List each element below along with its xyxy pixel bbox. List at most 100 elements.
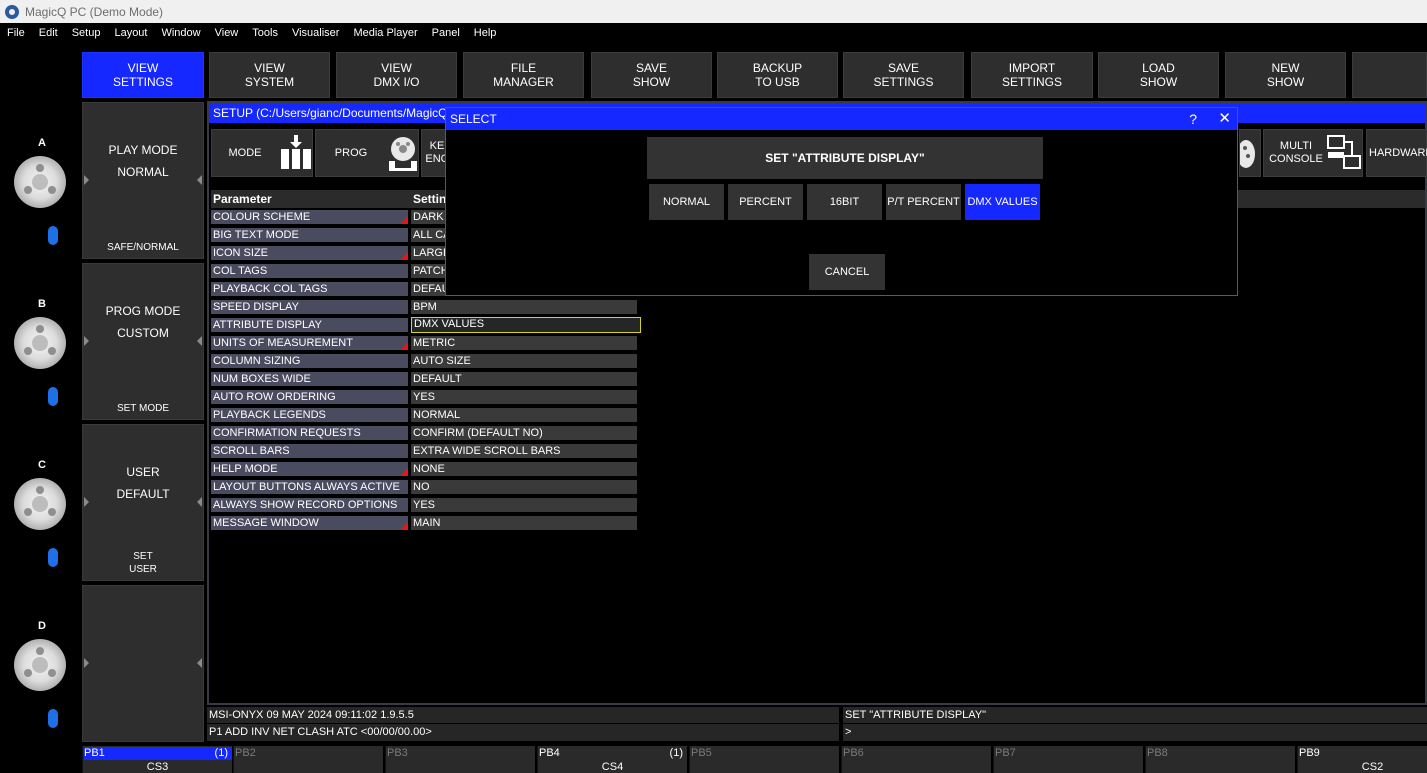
playback-4[interactable]: PB4 (1) CS4 [537, 746, 687, 773]
playback-label: PB3 [387, 747, 408, 759]
playback-1[interactable]: PB1 (1) CS3 [82, 746, 232, 773]
playback-cuestack: CS2 [1361, 761, 1384, 773]
option-dmx-values-button[interactable]: DMX VALUES [965, 184, 1040, 220]
multi-console-button[interactable]: MULTI CONSOLE [1263, 129, 1363, 177]
parameter-name: MESSAGE WINDOW [211, 516, 408, 530]
menu-help[interactable]: Help [467, 27, 504, 39]
playback-5[interactable]: PB5 [689, 746, 839, 773]
save-settings-button[interactable]: SAVE SETTINGS [843, 52, 964, 98]
multi-console-label: MULTI CONSOLE [1269, 140, 1323, 165]
menu-view[interactable]: View [208, 27, 246, 39]
playback-label: PB5 [691, 747, 712, 759]
encoder-d-knob-icon[interactable] [14, 639, 66, 691]
button-line1: FILE [510, 61, 537, 75]
command-line-input[interactable]: > [843, 724, 1427, 741]
playback-2[interactable]: PB2 [233, 746, 383, 773]
user-soft-button[interactable]: USER DEFAULT SET USER [82, 424, 204, 581]
playback-7[interactable]: PB7 [993, 746, 1143, 773]
mode-button[interactable]: MODE [211, 129, 313, 177]
encoder-column: A B C D [0, 43, 80, 743]
option-percent-button[interactable]: PERCENT [728, 184, 803, 220]
status-line-prompt: SET "ATTRIBUTE DISPLAY" [843, 707, 1427, 723]
status-line-system: MSI-ONYX 09 MAY 2024 09:11:02 1.9.5.5 [207, 707, 839, 723]
parameter-name: SCROLL BARS [211, 444, 408, 458]
menu-bar: File Edit Setup Layout Window View Tools… [0, 23, 1427, 43]
parameter-value[interactable]: METRIC [411, 336, 637, 350]
encoder-c-led [48, 548, 58, 567]
parameter-name: COLOUR SCHEME [211, 210, 408, 224]
button-line2: DMX I/O [373, 75, 420, 89]
button-line1: IMPORT [1008, 61, 1056, 75]
parameter-name: CONFIRMATION REQUESTS [211, 426, 408, 440]
save-show-button[interactable]: SAVE SHOW [591, 52, 712, 98]
encoder-d-led [48, 709, 58, 728]
parameter-value[interactable]: CONFIRM (DEFAULT NO) [411, 426, 637, 440]
parameter-value[interactable]: BPM [411, 300, 637, 314]
menu-edit[interactable]: Edit [32, 27, 65, 39]
file-manager-button[interactable]: FILE MANAGER [463, 52, 584, 98]
parameter-value[interactable]: YES [411, 498, 637, 512]
parameter-value[interactable]: NONE [411, 462, 637, 476]
prog-button[interactable]: PROG [315, 129, 419, 177]
blank-soft-button[interactable] [82, 585, 204, 742]
option-16bit-button[interactable]: 16BIT [807, 184, 882, 220]
parameter-name: UNITS OF MEASUREMENT [211, 336, 408, 350]
encoder-b-knob-icon[interactable] [14, 317, 66, 369]
playback-3[interactable]: PB3 [385, 746, 535, 773]
view-settings-button[interactable]: VIEW SETTINGS [82, 52, 204, 98]
button-line2: SETTINGS [112, 75, 173, 89]
import-settings-button[interactable]: IMPORT SETTINGS [971, 52, 1093, 98]
parameter-value[interactable]: NORMAL [411, 408, 637, 422]
help-icon[interactable]: ? [1189, 110, 1197, 128]
play-mode-soft-button[interactable]: PLAY MODE NORMAL SAFE/NORMAL [82, 102, 204, 259]
option-normal-button[interactable]: NORMAL [649, 184, 724, 220]
menu-setup[interactable]: Setup [65, 27, 108, 39]
parameter-value[interactable]: MAIN [411, 516, 637, 530]
parameter-name: ALWAYS SHOW RECORD OPTIONS [211, 498, 408, 512]
load-show-button[interactable]: LOAD SHOW [1098, 52, 1219, 98]
soft-button-footer-line1: SET MODE [116, 403, 170, 414]
playback-6[interactable]: PB6 [841, 746, 991, 773]
view-system-button[interactable]: VIEW SYSTEM [209, 52, 330, 98]
parameter-value[interactable]: AUTO SIZE [411, 354, 637, 368]
menu-panel[interactable]: Panel [425, 27, 467, 39]
button-line2: SETTINGS [1001, 75, 1062, 89]
encoder-c-knob-icon[interactable] [14, 478, 66, 530]
select-dialog: SELECT ? ✕ SET "ATTRIBUTE DISPLAY" NORMA… [445, 107, 1238, 296]
menu-media-player[interactable]: Media Player [346, 27, 424, 39]
parameter-value[interactable]: YES [411, 390, 637, 404]
backup-to-usb-button[interactable]: BACKUP TO USB [717, 52, 838, 98]
menu-visualiser[interactable]: Visualiser [285, 27, 347, 39]
soft-button-footer-line2: USER [129, 564, 157, 575]
parameter-value[interactable]: EXTRA WIDE SCROLL BARS [411, 444, 637, 458]
parameter-name: HELP MODE [211, 462, 408, 476]
prog-mode-soft-button[interactable]: PROG MODE CUSTOM SET MODE [82, 263, 204, 420]
cancel-button[interactable]: CANCEL [809, 254, 885, 290]
menu-file[interactable]: File [0, 27, 32, 39]
parameter-value[interactable]: NO [411, 480, 637, 494]
prog-fixture-icon [389, 137, 417, 171]
view-dmx-io-button[interactable]: VIEW DMX I/O [336, 52, 457, 98]
menu-window[interactable]: Window [154, 27, 207, 39]
button-line2: SETTINGS [873, 75, 934, 89]
parameter-name: NUM BOXES WIDE [211, 372, 408, 386]
playback-label: PB9 [1299, 747, 1320, 759]
fixture-button[interactable] [1239, 129, 1261, 177]
menu-tools[interactable]: Tools [245, 27, 285, 39]
option-pt-percent-button[interactable]: P/T PERCENT [886, 184, 961, 220]
parameter-value[interactable]: DEFAULT [411, 372, 637, 386]
hardware-button[interactable]: HARDWARE [1366, 129, 1427, 177]
encoder-a-knob-icon[interactable] [14, 156, 66, 208]
mode-button-label: MODE [228, 146, 262, 159]
encoder-d-label: D [38, 620, 46, 632]
parameter-value[interactable]: DMX VALUES [411, 317, 641, 333]
close-icon[interactable]: ✕ [1218, 110, 1231, 128]
menu-layout[interactable]: Layout [107, 27, 154, 39]
encoder-b-led [48, 387, 58, 406]
playback-8[interactable]: PB8 [1145, 746, 1295, 773]
soft-button-footer: SET USER [83, 550, 203, 576]
playback-9[interactable]: PB9 CS2 [1297, 746, 1427, 773]
changed-flag-icon [400, 252, 408, 260]
top-toolbar-blank-button[interactable] [1352, 52, 1427, 98]
new-show-button[interactable]: NEW SHOW [1225, 52, 1346, 98]
